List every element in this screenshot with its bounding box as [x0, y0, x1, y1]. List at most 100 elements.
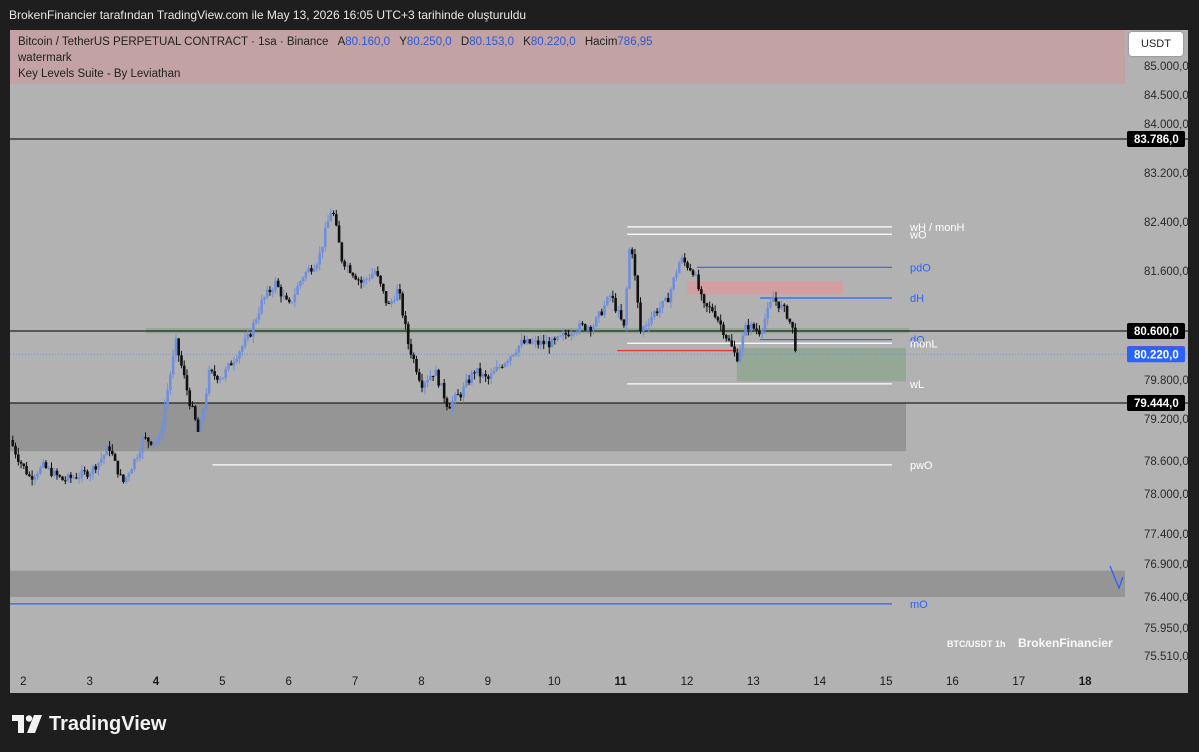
candle-110: [315, 262, 319, 272]
candle-body-12: [44, 462, 48, 468]
candle-127: [362, 276, 366, 288]
candle-body-194: [547, 341, 551, 348]
candle-body-196: [553, 338, 557, 341]
candle-body-77: [224, 369, 227, 378]
candle-163: [462, 382, 465, 403]
candle-body-258: [724, 335, 728, 339]
legend-indicator-watermark[interactable]: watermark: [18, 50, 1117, 66]
candle-147: [417, 368, 421, 383]
candle-213: [600, 308, 604, 316]
time-axis: 2 3 4 5 6 7 8 9 10 11 12 13 14 15 16 17 18: [20, 676, 1092, 688]
candle-body-89: [257, 313, 261, 320]
candle-66: [193, 404, 197, 422]
candle-body-245: [688, 267, 692, 271]
candle-118: [337, 220, 341, 243]
candle-233: [655, 308, 659, 316]
candle-246: [691, 268, 695, 277]
level-label-2: pdO: [910, 262, 931, 274]
candle-254: [713, 305, 717, 319]
price-badge-label-4: 79.444,0: [1134, 398, 1179, 410]
candle-168: [476, 368, 479, 376]
candle-177: [500, 364, 504, 369]
candle-241: [677, 260, 681, 274]
candle-body-253: [711, 307, 714, 312]
candle-body-83: [240, 346, 244, 352]
symbol-legend: Bitcoin / TetherUS PERPETUAL CONTRACT · …: [10, 30, 1125, 84]
candle-body-40: [122, 474, 125, 482]
candle-8: [33, 474, 37, 486]
candle-body-166: [470, 372, 474, 384]
x-tick-12: 14: [813, 676, 826, 688]
candle-body-184: [520, 339, 523, 346]
candle-80: [232, 356, 236, 372]
price-chart[interactable]: wH / monHwOpdOdHdOmonLwLpwOmO 85.000,084…: [10, 30, 1188, 693]
candle-body-93: [268, 289, 272, 293]
candle-body-225: [633, 254, 637, 276]
candle-body-124: [354, 275, 357, 280]
candle-93: [268, 286, 272, 296]
currency-button[interactable]: USDT: [1129, 32, 1183, 56]
candle-234: [658, 301, 662, 318]
candle-body-275: [771, 297, 775, 302]
candle-body-210: [592, 326, 595, 331]
high-value: 80.250,0: [406, 36, 452, 48]
candle-body-158: [448, 406, 451, 409]
candle-body-27: [86, 471, 89, 477]
candle-body-255: [716, 317, 720, 321]
candle-body-270: [758, 330, 761, 335]
candle-257: [722, 321, 725, 339]
legend-indicator-key-levels[interactable]: Key Levels Suite - By Leviathan: [18, 66, 1117, 82]
candle-body-228: [641, 326, 645, 331]
level-label-6: wL: [909, 379, 924, 391]
candle-body-14: [50, 467, 53, 476]
candle-84: [243, 332, 247, 349]
candle-body-103: [296, 285, 299, 295]
chart-frame[interactable]: wH / monH wO pdO dH dO monL wL pwO mO 85.000,0 84…: [10, 30, 1188, 693]
candle-60: [177, 337, 180, 362]
candle-body-126: [359, 279, 363, 283]
candle-7: [30, 470, 34, 486]
candle-body-119: [340, 242, 344, 262]
candle-153: [434, 365, 438, 376]
candle-body-87: [252, 322, 255, 337]
candle-body-131: [373, 271, 377, 274]
zone-4: [10, 570, 1125, 597]
candle-227: [639, 297, 642, 334]
candle-71: [207, 365, 211, 397]
candle-body-222: [625, 288, 628, 326]
candle-body-1: [14, 445, 17, 455]
candle-61: [180, 350, 183, 369]
candle-body-244: [686, 262, 689, 268]
candle-274: [769, 296, 772, 310]
candle-215: [606, 295, 609, 307]
candle-62: [182, 360, 186, 379]
candle-247: [694, 271, 698, 277]
price-badge-3: 80.220,0: [1127, 346, 1185, 363]
candle-225: [633, 248, 637, 281]
candle-body-250: [702, 294, 706, 304]
y-tick-9: 78.000,0: [1144, 489, 1188, 501]
candle-body-271: [760, 330, 764, 335]
candle-9: [36, 471, 39, 481]
candle-body-22: [72, 477, 75, 479]
candle-body-224: [630, 249, 634, 255]
candle-body-2: [16, 454, 20, 462]
level-label-3: dH: [910, 293, 924, 305]
candle-164: [464, 373, 468, 389]
candle-body-221: [622, 319, 626, 326]
candle-19: [64, 476, 67, 485]
chart-attribution: BrokenFinancier tarafından TradingView.c…: [9, 8, 527, 22]
candle-187: [528, 338, 532, 345]
candle-21: [69, 472, 73, 483]
candle-body-185: [523, 339, 526, 344]
candle-body-281: [788, 318, 792, 322]
candle-25: [80, 464, 84, 483]
candle-39: [119, 469, 122, 476]
candle-183: [517, 345, 521, 357]
candle-body-34: [105, 446, 109, 456]
candle-body-90: [260, 299, 263, 314]
tradingview-branding[interactable]: TradingView: [12, 711, 166, 737]
candle-41: [124, 476, 128, 485]
candle-body-220: [619, 310, 623, 320]
candle-11: [41, 459, 45, 469]
